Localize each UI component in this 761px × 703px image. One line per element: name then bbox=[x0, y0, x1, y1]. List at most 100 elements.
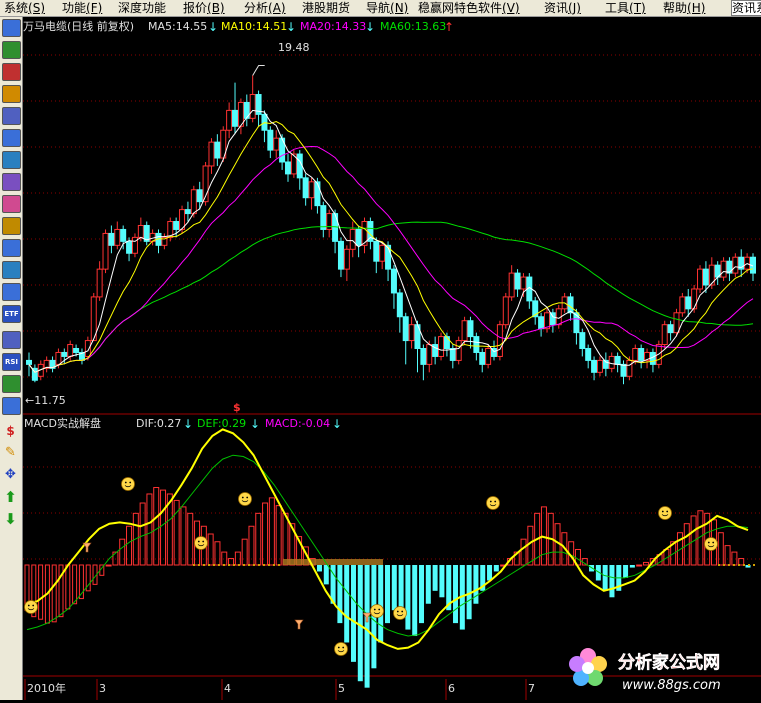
menu-2[interactable]: 深度功能 bbox=[118, 0, 166, 16]
macd-bar bbox=[623, 565, 629, 578]
macd-bar bbox=[350, 565, 356, 662]
left-toolbar: ETF RSI $ ✎ ✥ ⬆ ⬇ bbox=[0, 17, 23, 700]
candle-body bbox=[673, 312, 680, 334]
smiley-icon bbox=[194, 536, 208, 550]
candle-body bbox=[508, 272, 515, 298]
forecast-icon[interactable] bbox=[2, 283, 21, 301]
candle-body bbox=[632, 348, 639, 361]
etf-icon[interactable]: ETF bbox=[2, 305, 21, 323]
candle-body bbox=[485, 348, 492, 365]
menu-3[interactable]: 报价(B) bbox=[183, 0, 225, 16]
menu-7[interactable]: 稳赢网特色软件(V) bbox=[418, 0, 520, 16]
candle-body bbox=[284, 161, 291, 175]
candle-body bbox=[61, 351, 68, 357]
menu-accelerator: (B) bbox=[207, 1, 225, 15]
candle-body bbox=[96, 268, 103, 298]
menu-label: 工具 bbox=[605, 1, 630, 15]
macd-bar bbox=[629, 565, 635, 568]
menu-8[interactable]: 资讯(J) bbox=[544, 0, 581, 16]
chart-type-icon[interactable] bbox=[2, 19, 21, 37]
hand-icon bbox=[82, 542, 92, 553]
menu-label: 报价 bbox=[183, 1, 208, 15]
menu-9[interactable]: 工具(T) bbox=[605, 0, 646, 16]
cross-icon[interactable] bbox=[2, 239, 21, 257]
macd-bar bbox=[146, 493, 153, 566]
menu-10[interactable]: 帮助(H) bbox=[663, 0, 705, 16]
pen-icon[interactable]: ✎ bbox=[2, 445, 19, 461]
smiley-eye bbox=[337, 646, 340, 649]
candle-body bbox=[461, 320, 468, 342]
candle-body bbox=[502, 296, 509, 326]
down-arrow-icon[interactable]: ⬇ bbox=[2, 511, 19, 527]
candle-body bbox=[679, 296, 686, 314]
macd-bar bbox=[241, 538, 248, 566]
kline-icon[interactable] bbox=[2, 85, 21, 103]
macd-bar bbox=[337, 565, 343, 624]
ma20-label: MA20:14.33 bbox=[300, 20, 367, 33]
candle-body bbox=[443, 336, 450, 350]
menu-label: 港股期货 bbox=[302, 1, 351, 15]
smiley-eye bbox=[712, 541, 715, 544]
candle-body bbox=[396, 292, 403, 318]
candle-body bbox=[390, 268, 397, 294]
stock-icon[interactable] bbox=[2, 375, 21, 393]
macd-bar bbox=[364, 565, 370, 688]
macd-bar bbox=[419, 565, 425, 624]
macd-bar bbox=[153, 487, 160, 566]
dif-label: DIF:0.27 bbox=[136, 417, 182, 430]
rsi-icon[interactable]: RSI bbox=[2, 353, 21, 371]
menu-4[interactable]: 分析(A) bbox=[244, 0, 286, 16]
bar-chart-icon[interactable] bbox=[2, 41, 21, 59]
watch-icon[interactable] bbox=[2, 173, 21, 191]
candle-body bbox=[567, 296, 574, 314]
smiley-eye bbox=[197, 540, 200, 543]
candle-body bbox=[520, 276, 527, 290]
menu-info-tab[interactable]: 资讯系 bbox=[731, 0, 761, 16]
macd-bar bbox=[473, 565, 479, 604]
def-down-arrow-icon: ↓ bbox=[250, 417, 261, 431]
candle-body bbox=[538, 316, 545, 330]
smiley-eye bbox=[246, 496, 249, 499]
menu-accelerator: (F) bbox=[86, 1, 103, 15]
macd-bar bbox=[412, 565, 418, 637]
candle-body bbox=[467, 320, 474, 338]
macd-bar bbox=[602, 565, 608, 591]
candle-body bbox=[479, 351, 486, 365]
candle-body bbox=[455, 340, 462, 361]
report-icon[interactable] bbox=[2, 107, 21, 125]
menu-1[interactable]: 功能(F) bbox=[62, 0, 102, 16]
quote-icon[interactable] bbox=[2, 151, 21, 169]
smiley-eye bbox=[202, 540, 205, 543]
menu-5[interactable]: 港股期货 bbox=[302, 0, 350, 16]
menu-0[interactable]: 系统(S) bbox=[4, 0, 45, 16]
hand-icon bbox=[294, 619, 304, 630]
candle-body bbox=[26, 359, 32, 365]
line-chart-icon[interactable] bbox=[2, 63, 21, 81]
people-icon[interactable] bbox=[2, 261, 21, 279]
candle-body bbox=[473, 336, 480, 353]
date-label: 6 bbox=[448, 682, 455, 695]
macd-label: MACD:-0.04 bbox=[265, 417, 331, 430]
list-icon[interactable] bbox=[2, 129, 21, 147]
macd-bar bbox=[609, 565, 615, 598]
macd-bar bbox=[187, 512, 194, 566]
smiley-eye bbox=[661, 510, 664, 513]
macd-bar bbox=[439, 565, 445, 598]
move-icon[interactable]: ✥ bbox=[2, 467, 19, 483]
macd-bar bbox=[207, 533, 214, 566]
menu-6[interactable]: 导航(N) bbox=[366, 0, 408, 16]
smiley-eye bbox=[342, 646, 345, 649]
macd-bar bbox=[527, 525, 534, 566]
grid-icon[interactable] bbox=[2, 397, 21, 415]
candle-body bbox=[408, 324, 415, 342]
info-icon[interactable] bbox=[2, 195, 21, 213]
macd-bar bbox=[275, 505, 282, 566]
menu-label: 资讯 bbox=[544, 1, 569, 15]
user-icon[interactable] bbox=[2, 217, 21, 235]
date-label: 7 bbox=[528, 682, 535, 695]
high-label: 19.48 bbox=[278, 41, 310, 54]
ma5-down-arrow-icon: ↓ bbox=[208, 20, 219, 34]
wave-icon[interactable] bbox=[2, 331, 21, 349]
dollar-icon[interactable]: $ bbox=[2, 423, 19, 439]
up-arrow-icon[interactable]: ⬆ bbox=[2, 489, 19, 505]
